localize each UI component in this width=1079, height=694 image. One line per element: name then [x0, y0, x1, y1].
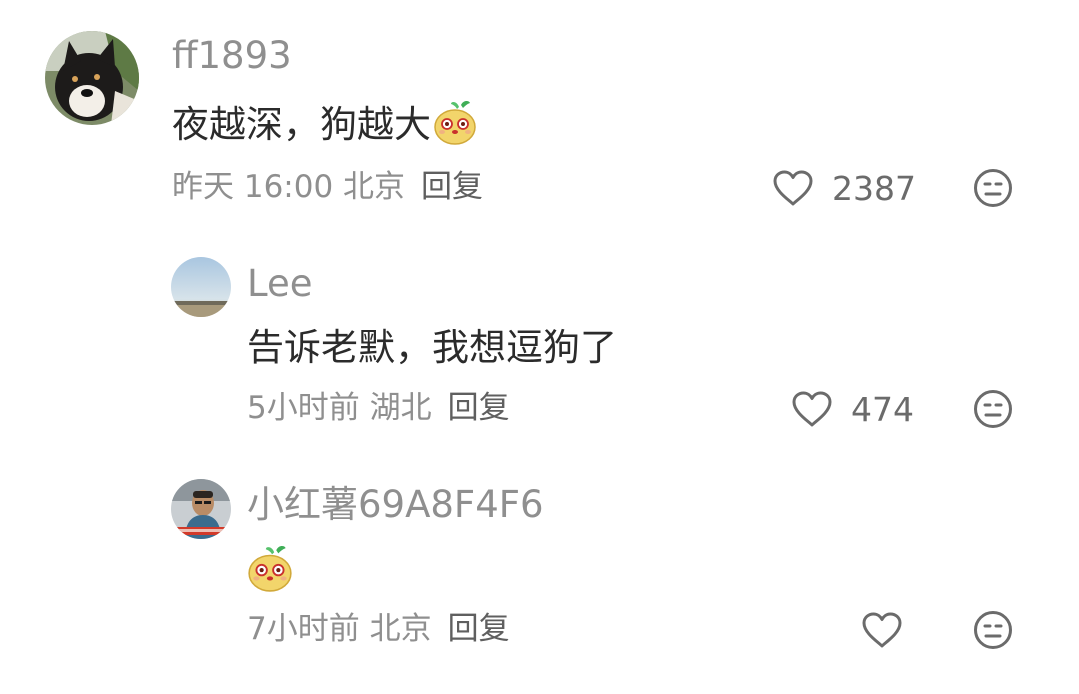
comment-text: 夜越深，狗越大 — [172, 102, 431, 146]
comment-meta: 昨天 16:00 北京 回复 — [172, 172, 483, 203]
comment-text: 告诉老默，我想逗狗了 — [247, 326, 617, 369]
comment-text-row: 告诉老默，我想逗狗了 — [247, 329, 617, 366]
username[interactable]: ff1893 — [172, 37, 292, 74]
reply-button[interactable]: 回复 — [448, 611, 510, 647]
time-location: 7小时前 北京 — [247, 611, 432, 647]
potato-sticker-icon — [248, 546, 292, 592]
dislike-face-icon[interactable] — [973, 389, 1013, 429]
username[interactable]: Lee — [247, 265, 313, 302]
potato-sticker-icon — [434, 100, 476, 145]
heart-icon[interactable] — [861, 611, 903, 649]
heart-icon[interactable] — [772, 169, 814, 207]
comment-meta: 5小时前 湖北 回复 — [247, 393, 510, 424]
heart-icon[interactable] — [791, 390, 833, 428]
time-location: 昨天 16:00 北京 — [172, 169, 406, 205]
like-count: 2387 — [832, 169, 916, 208]
sky-avatar-image — [171, 257, 231, 317]
avatar[interactable] — [171, 479, 231, 539]
comment-meta: 7小时前 北京 回复 — [247, 614, 510, 645]
reply-button[interactable]: 回复 — [421, 169, 483, 205]
comment-thread: ff1893 夜越深，狗越大 昨天 16:00 北京 回复 2387 Lee 告… — [0, 0, 1079, 694]
dislike-face-icon[interactable] — [973, 168, 1013, 208]
comment-text-row — [247, 544, 293, 592]
comment-text-row: 夜越深，狗越大 — [172, 100, 477, 146]
reply-button[interactable]: 回复 — [448, 390, 510, 426]
time-location: 5小时前 湖北 — [247, 390, 432, 426]
avatar[interactable] — [171, 257, 231, 317]
cartoon-avatar-image — [171, 479, 231, 539]
avatar[interactable] — [45, 31, 139, 125]
username[interactable]: 小红薯69A8F4F6 — [247, 486, 544, 523]
like-count: 474 — [851, 390, 914, 429]
shiba-avatar-image — [45, 31, 139, 125]
dislike-face-icon[interactable] — [973, 610, 1013, 650]
